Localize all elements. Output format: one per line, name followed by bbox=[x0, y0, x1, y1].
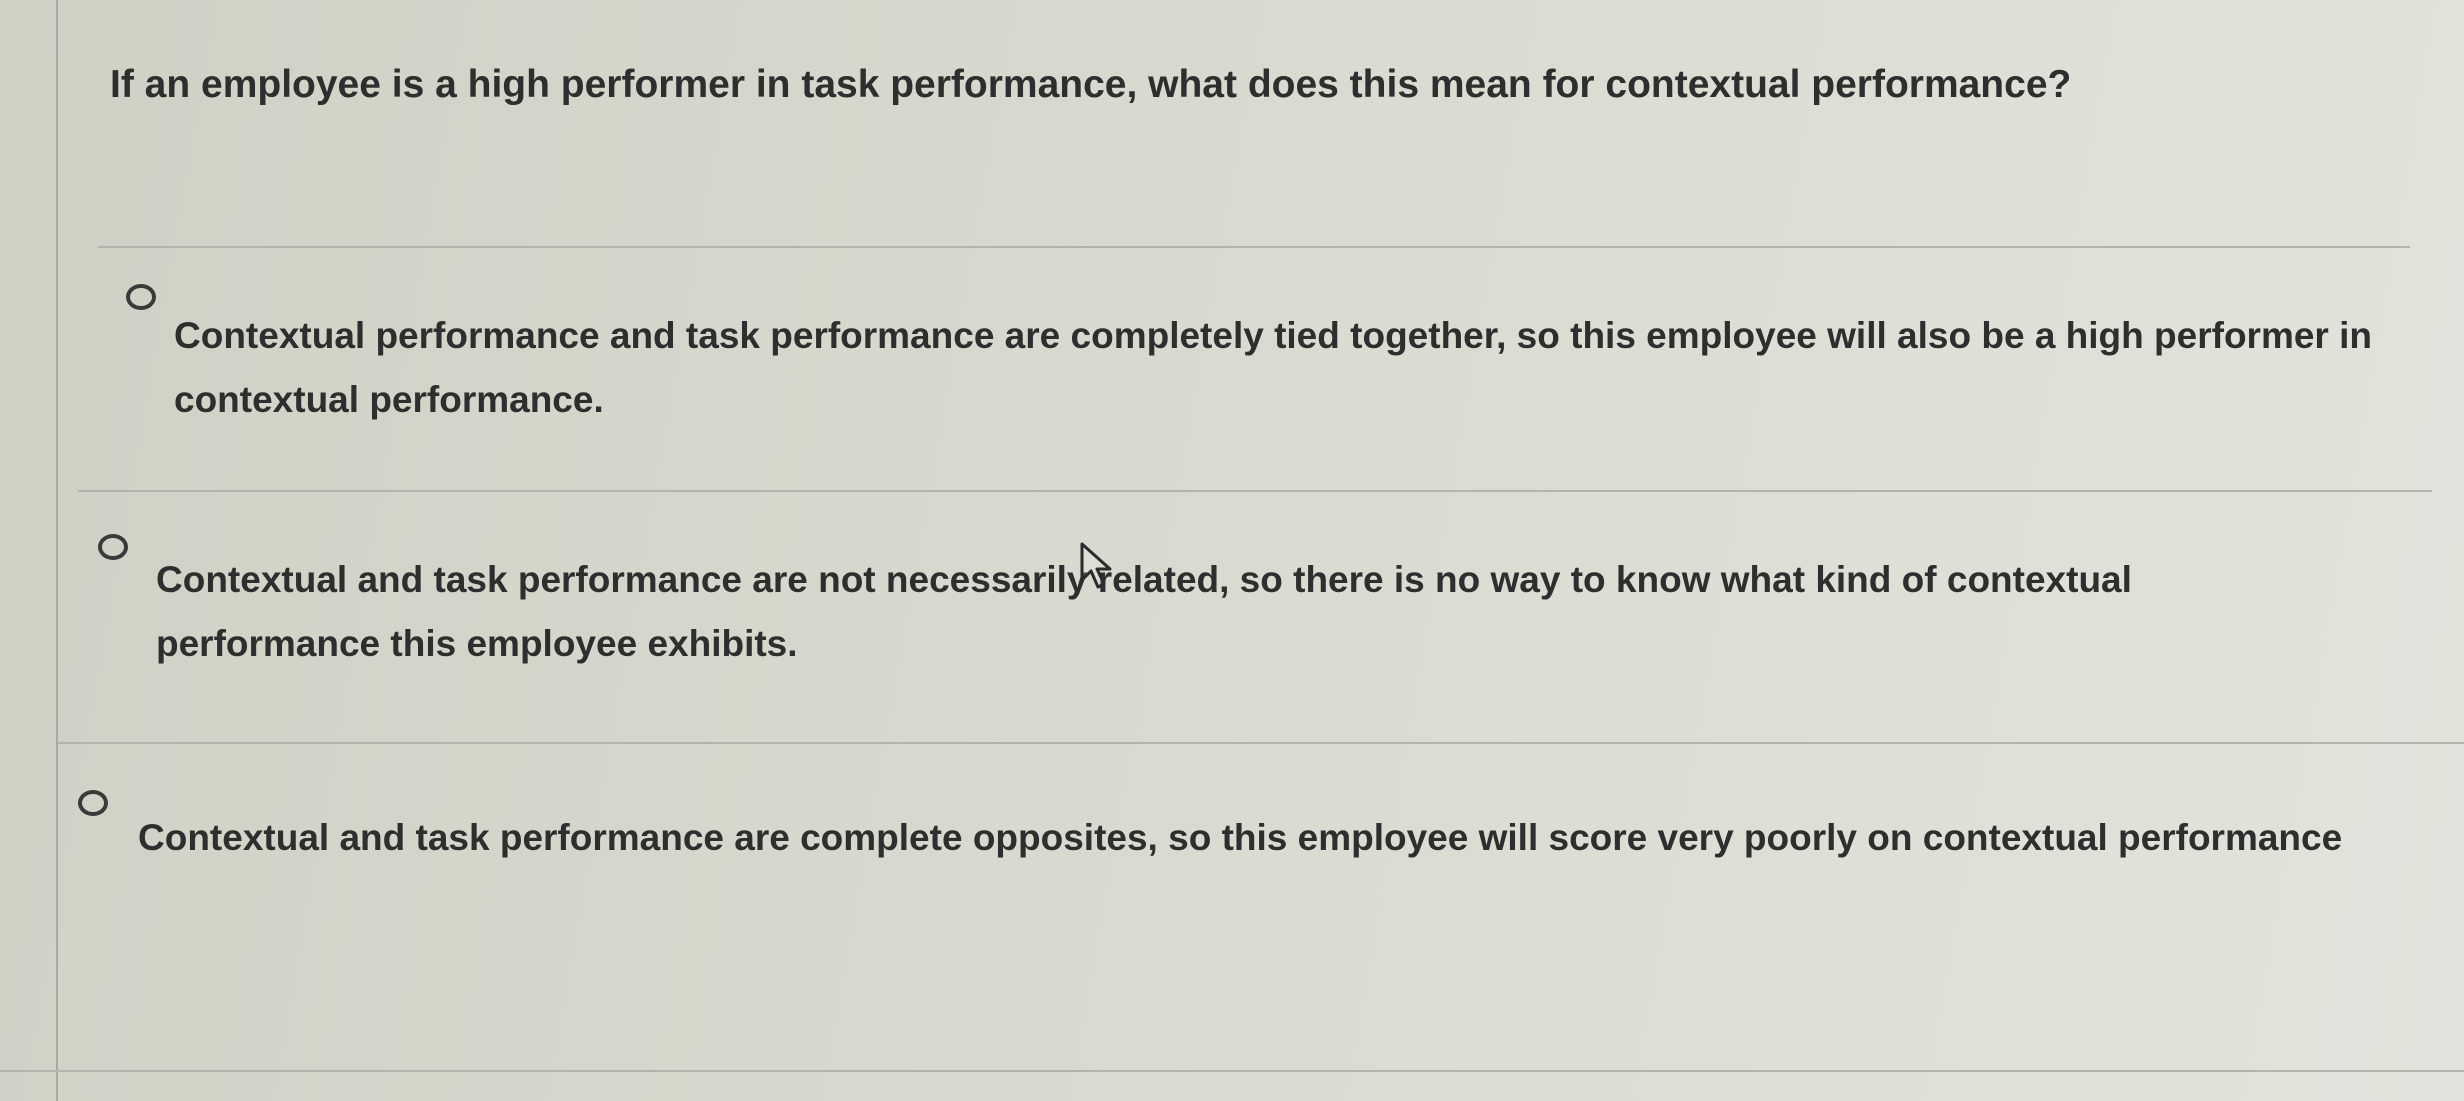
option-1-radio[interactable] bbox=[126, 284, 156, 310]
mouse-pointer-icon bbox=[1080, 542, 1112, 589]
divider bbox=[0, 1070, 2464, 1072]
divider bbox=[58, 742, 2464, 744]
option-3-radio[interactable] bbox=[78, 790, 108, 816]
question-text: If an employee is a high performer in ta… bbox=[110, 63, 2072, 106]
option-2-radio[interactable] bbox=[98, 534, 128, 560]
option-3-label[interactable]: Contextual and task performance are comp… bbox=[138, 806, 2458, 870]
page-left-border bbox=[56, 0, 58, 1101]
option-2-label[interactable]: Contextual and task performance are not … bbox=[156, 548, 2356, 676]
option-1-label[interactable]: Contextual performance and task performa… bbox=[174, 304, 2394, 432]
divider bbox=[78, 490, 2432, 492]
divider bbox=[98, 246, 2410, 248]
